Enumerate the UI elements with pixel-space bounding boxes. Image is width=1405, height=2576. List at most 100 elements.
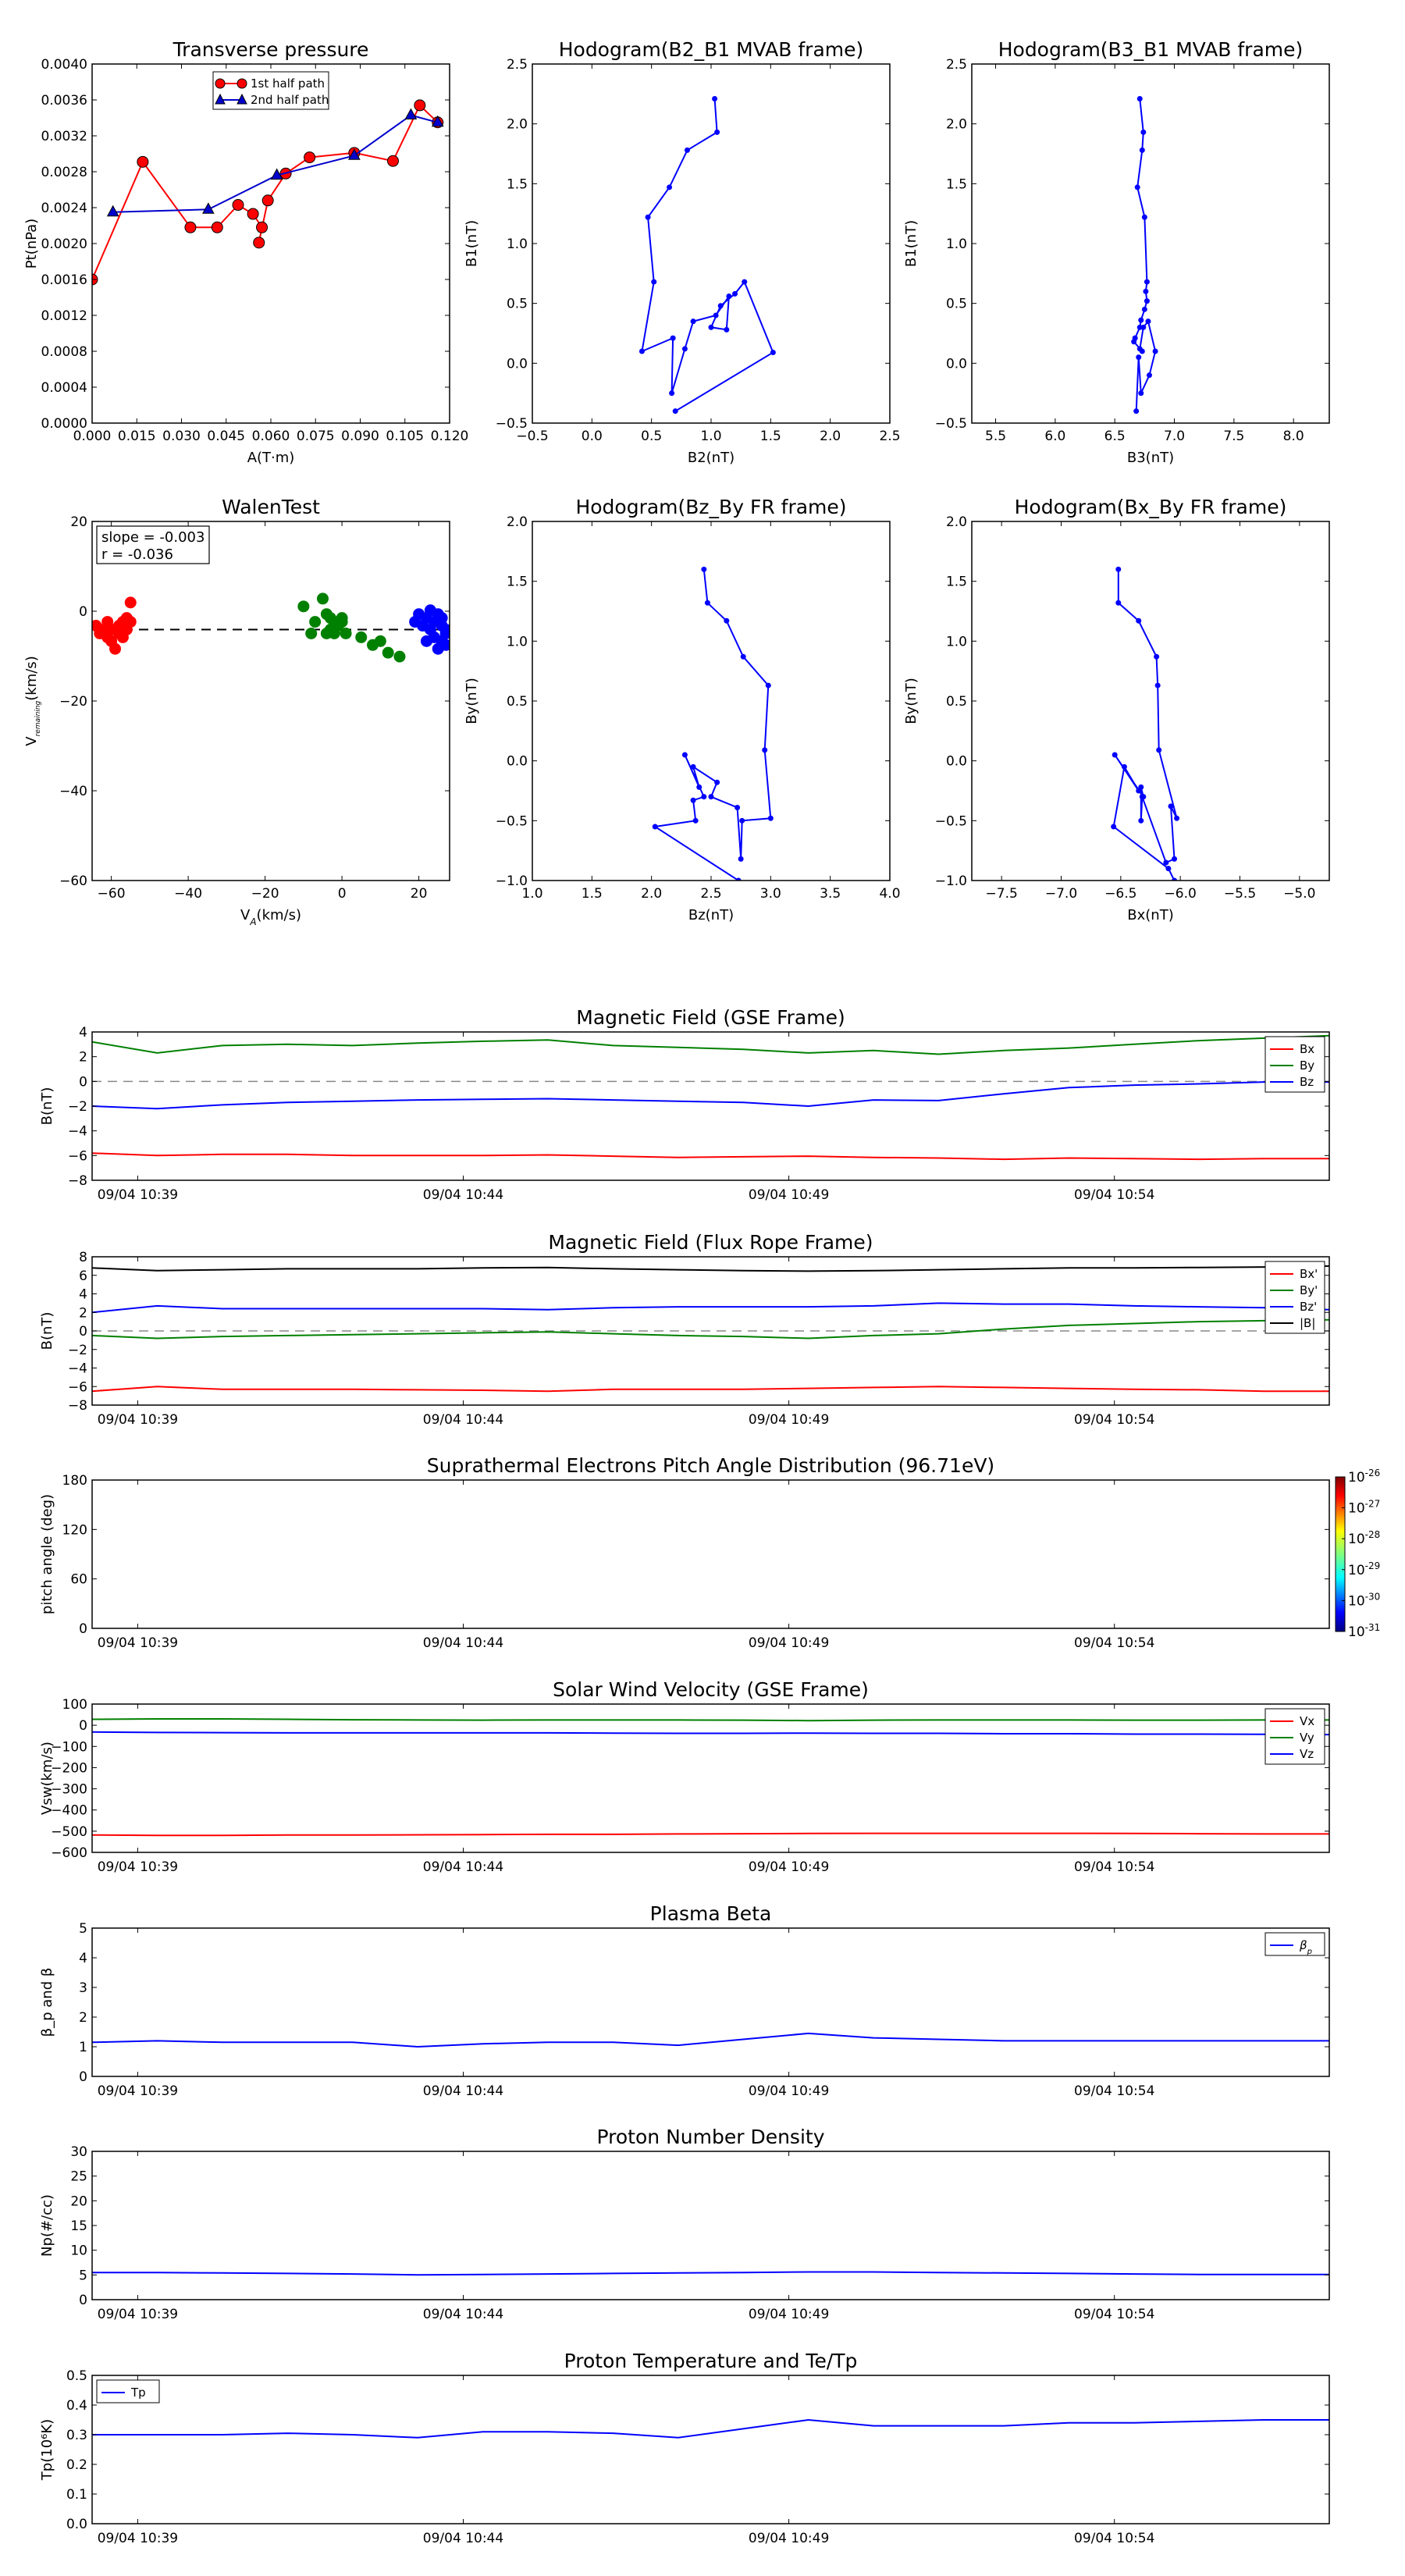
hodogram-point [762, 747, 768, 753]
legend-label: Vy [1300, 1731, 1314, 1745]
data-layer [92, 1718, 1329, 1837]
series-line-by- [92, 1318, 1329, 1340]
series-marker-circle [137, 155, 149, 168]
x-tick-label: 0.075 [297, 429, 335, 444]
y-tick-label: 2.5 [946, 57, 967, 73]
plot-frame [91, 1703, 1330, 1853]
y-tick-label: 1.0 [946, 237, 967, 252]
series-line-vx [92, 1832, 1329, 1837]
chart-title: Hodogram(Bz_By FR frame) [575, 496, 846, 518]
colorbar-tick-label: 10-31 [1348, 1622, 1380, 1640]
y-tick-label: 30 [70, 2144, 87, 2160]
legend: Vx Vy Vz [1264, 1708, 1325, 1765]
hodogram-point [767, 815, 774, 821]
hodogram-point [724, 617, 730, 624]
series-line-0 [92, 2271, 1329, 2276]
colorbar-base: 10 [1348, 1563, 1365, 1578]
y-tick-label: 100 [62, 1697, 87, 1713]
series-line-0 [641, 98, 774, 412]
x-tick-label: 2.5 [879, 429, 900, 444]
x-tick-label: 1.5 [582, 886, 603, 902]
x-tick-label: 09/04 10:39 [98, 2531, 178, 2546]
x-tick-label: 3.5 [820, 886, 841, 902]
series-line-vy [92, 1718, 1329, 1722]
colorbar: 10-3110-3010-2910-2810-2710-26 [1335, 1468, 1381, 1640]
y-tick-label: 5 [79, 1921, 87, 1937]
colorbar-tick-label: 10-29 [1348, 1560, 1380, 1578]
x-tick-label: 09/04 10:49 [749, 2307, 829, 2322]
x-tick-label: 09/04 10:49 [749, 2083, 829, 2099]
chart-title: Magnetic Field (GSE Frame) [576, 1006, 845, 1029]
correlation-annotation: r = -0.036 [101, 546, 173, 563]
y-tick-label: 1.5 [946, 176, 967, 192]
colorbar-exponent: -28 [1365, 1529, 1381, 1540]
x-tick-label: 09/04 10:49 [749, 1412, 829, 1428]
y-tick-label: 0 [79, 2293, 87, 2308]
data-layer [638, 95, 776, 415]
y-tick-label: 20 [70, 2194, 87, 2209]
x-tick-label: 2.5 [700, 886, 721, 902]
colorbar-scale [1335, 1476, 1346, 1632]
series-marker-circle [386, 155, 399, 167]
plot-frame [91, 2375, 1330, 2524]
x-tick-label: 0.5 [641, 429, 662, 444]
hodogram-point [690, 318, 696, 325]
hodogram-point [1138, 390, 1144, 397]
y-tick-label: 0.0008 [41, 344, 87, 360]
hodogram-point [708, 794, 714, 800]
colorbar-tick-label: 10-30 [1348, 1591, 1380, 1609]
hodogram-point [1139, 147, 1145, 153]
plot-frame [91, 2151, 1330, 2300]
y-tick-label: 2.0 [507, 514, 528, 530]
series-marker-circle [261, 194, 274, 207]
data-layer [652, 566, 774, 881]
x-tick-label: 3.0 [760, 886, 781, 902]
colorbar-base: 10 [1348, 1593, 1365, 1609]
y-tick-label: 120 [62, 1522, 87, 1538]
y-axis-label: Vremaining(km/s) [23, 656, 42, 745]
scatter-point [393, 650, 406, 663]
panel-pitch_angle_distribution: Suprathermal Electrons Pitch Angle Distr… [39, 1454, 1380, 1651]
legend-marker [215, 78, 226, 89]
hodogram-point [712, 95, 718, 101]
slope-annotation: slope = -0.003 [101, 529, 205, 546]
hodogram-point [670, 335, 676, 341]
y-tick-label: 2.0 [946, 514, 967, 530]
hodogram-point [696, 784, 702, 790]
legend-label: Bx [1300, 1042, 1314, 1056]
y-tick-label: −8 [68, 1398, 87, 1414]
hodogram-point [708, 324, 714, 330]
colorbar-tick-label: 10-27 [1348, 1499, 1380, 1517]
scatter-point [309, 616, 322, 628]
panel-hodogram_bz_by: Hodogram(Bz_By FR frame)−1.0−0.50.00.51.… [464, 496, 901, 923]
x-tick-label: −60 [98, 886, 126, 902]
hodogram-point [714, 779, 720, 785]
scatter-point [436, 612, 448, 624]
hodogram-point [681, 752, 688, 758]
y-axis-label: Tp(10⁶K) [39, 2419, 55, 2481]
chart-title: Solar Wind Velocity (GSE Frame) [553, 1678, 869, 1701]
hodogram-point [1138, 317, 1144, 323]
hodogram-point [1154, 682, 1161, 688]
hodogram-point [1154, 653, 1160, 660]
x-axis-label: VA(km/s) [240, 907, 301, 927]
y-tick-label: 10 [70, 2243, 87, 2259]
y-tick-label: 0.0012 [41, 308, 87, 324]
hodogram-point [1136, 617, 1142, 624]
scatter-point [355, 631, 368, 643]
x-tick-label: 09/04 10:39 [98, 1635, 178, 1651]
plot-frame [91, 63, 450, 424]
legend-label: Bx' [1300, 1267, 1318, 1281]
chart-title: Hodogram(B3_B1 MVAB frame) [998, 38, 1304, 61]
x-tick-label: 09/04 10:39 [98, 1859, 178, 1875]
legend-label: |B| [1300, 1316, 1315, 1330]
hodogram-point [1115, 566, 1122, 572]
y-tick-label: 0.0 [946, 356, 967, 372]
y-label-unit: (km/s) [23, 656, 40, 700]
y-axis-label: Vsw(km/s) [39, 1742, 55, 1815]
y-axis-label: By(nT) [903, 678, 919, 724]
y-tick-label: −40 [59, 784, 87, 799]
series-marker-circle [211, 221, 223, 233]
y-tick-label: 3 [79, 1980, 87, 1996]
scatter-point [297, 600, 310, 613]
